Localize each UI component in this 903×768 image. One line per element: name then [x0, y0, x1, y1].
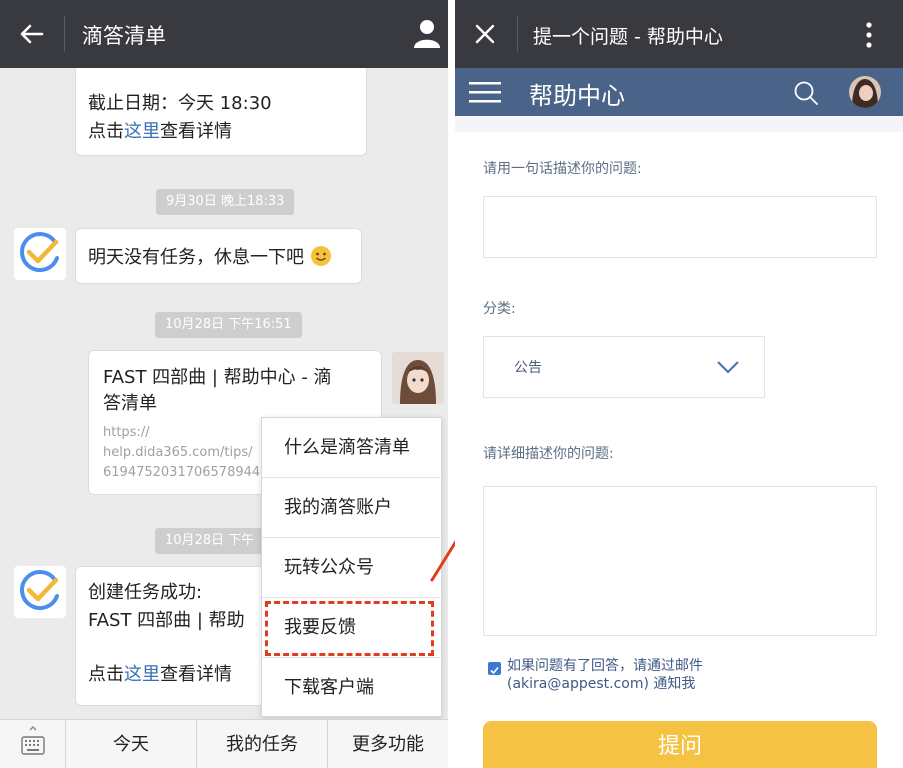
webview-header: 提一个问题 - 帮助中心: [455, 0, 903, 68]
detail-prefix: 点击: [88, 664, 124, 685]
check-logo-icon: [20, 232, 59, 272]
menu-item-my-account[interactable]: 我的滴答账户: [262, 478, 443, 538]
search-icon[interactable]: [793, 80, 819, 106]
chevron-down-icon: [717, 361, 739, 374]
help-center-navbar: 帮助中心: [455, 68, 903, 116]
summary-label: 请用一句话描述你的问题:: [483, 161, 642, 177]
checkmark-icon: [490, 666, 499, 675]
summary-input[interactable]: [483, 196, 877, 258]
category-select[interactable]: 公告: [483, 336, 765, 398]
message-bubble-rest: 明天没有任务，休息一下吧: [75, 228, 362, 284]
menu-item-download-client[interactable]: 下载客户端: [262, 658, 443, 718]
chat-title: 滴答清单: [82, 24, 166, 48]
check-logo-icon: [20, 570, 59, 610]
more-functions-menu: 什么是滴答清单 我的滴答账户 玩转公众号 我要反馈 下载客户端: [261, 417, 443, 718]
more-vertical-icon[interactable]: [863, 20, 875, 50]
detail-suffix: 查看详情: [160, 121, 232, 142]
feedback-highlight-box: [265, 601, 434, 656]
keyboard-icon: [21, 726, 45, 755]
webview-title: 提一个问题 - 帮助中心: [533, 26, 723, 48]
notify-text: 如果问题有了回答，请通过邮件 (akira@appest.com) 通知我: [507, 657, 857, 693]
account-avatar[interactable]: [849, 76, 881, 108]
notify-line-1: 如果问题有了回答，请通过邮件: [507, 658, 703, 674]
chat-bottom-bar: 今天 我的任务 更多功能: [0, 719, 448, 768]
detail-link[interactable]: 这里: [124, 664, 160, 685]
user-avatar[interactable]: [392, 352, 444, 404]
timestamp: 9月30日 晚上18:33: [156, 189, 295, 215]
detail-textarea[interactable]: [483, 486, 877, 636]
detail-link[interactable]: 这里: [124, 121, 160, 142]
link-card-title-1: FAST 四部曲 | 帮助中心 - 滴: [103, 367, 332, 388]
chat-panel: 滴答清单 截止日期：今天 18:30 点击这里查看详情 9月30日 晚上18:3…: [0, 0, 448, 768]
help-center-title: 帮助中心: [529, 82, 625, 110]
help-center-panel: 提一个问题 - 帮助中心 帮助中心 请用一句话描述你的问题: 分类: 公告 请详…: [455, 0, 903, 768]
app-avatar[interactable]: [14, 566, 66, 618]
link-card-title-2: 答清单: [103, 393, 157, 414]
category-label: 分类:: [483, 301, 516, 317]
detail-line: 点击这里查看详情: [88, 118, 366, 146]
header-divider: [64, 16, 65, 52]
rest-text: 明天没有任务，休息一下吧: [88, 247, 304, 268]
notify-line-2: (akira@appest.com) 通知我: [507, 676, 696, 692]
detail-prefix: 点击: [88, 121, 124, 142]
chat-header: 滴答清单: [0, 0, 448, 68]
menu-item-what-is[interactable]: 什么是滴答清单: [262, 418, 443, 478]
timestamp: 10月28日 下午16:51: [155, 312, 302, 338]
submit-button[interactable]: 提问: [483, 721, 877, 768]
keyboard-toggle[interactable]: [0, 720, 66, 768]
app-avatar[interactable]: [14, 228, 66, 280]
deadline-text: 截止日期：今天 18:30: [88, 93, 272, 114]
account-avatar-image: [849, 76, 881, 108]
profile-icon[interactable]: [413, 18, 441, 48]
tab-today[interactable]: 今天: [66, 720, 197, 768]
tab-more-functions[interactable]: 更多功能: [328, 720, 448, 768]
message-bubble-deadline: 截止日期：今天 18:30 点击这里查看详情: [75, 68, 367, 156]
timestamp: 10月28日 下午: [155, 528, 265, 554]
menu-item-official-account[interactable]: 玩转公众号: [262, 538, 443, 598]
navbar-shadow: [455, 116, 903, 132]
detail-suffix: 查看详情: [160, 664, 232, 685]
tab-my-tasks[interactable]: 我的任务: [197, 720, 328, 768]
close-icon[interactable]: [473, 22, 497, 46]
header-divider: [517, 16, 518, 52]
category-value: 公告: [514, 360, 542, 376]
smile-emoji-icon: [310, 246, 331, 266]
back-arrow-icon[interactable]: [18, 20, 46, 48]
user-avatar-image: [392, 352, 444, 404]
detail-label: 请详细描述你的问题:: [483, 446, 614, 462]
notify-checkbox[interactable]: [488, 662, 501, 675]
hamburger-menu-icon[interactable]: [469, 80, 501, 104]
